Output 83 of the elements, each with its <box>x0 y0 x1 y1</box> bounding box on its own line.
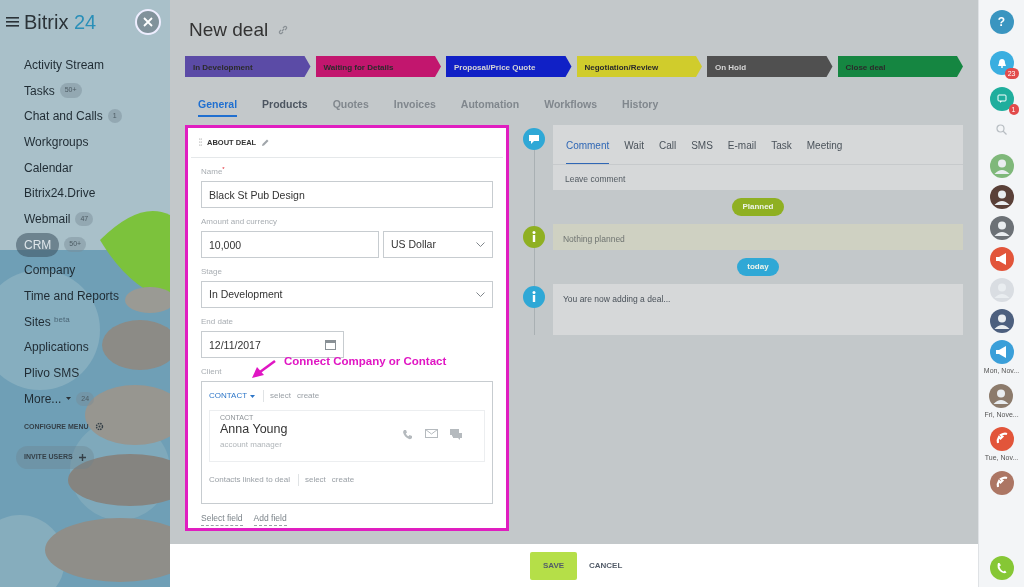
caret-icon <box>250 394 256 398</box>
tab[interactable]: E-mail <box>727 138 757 164</box>
settings-icon <box>94 422 104 432</box>
sidebar-item[interactable]: Sites $^{beta}$ <box>24 310 70 333</box>
sidebar-item[interactable]: Applications <box>24 336 89 359</box>
avatar[interactable] <box>989 185 1014 209</box>
comment-icon <box>522 128 545 150</box>
avatar[interactable] <box>989 309 1014 333</box>
mail-icon[interactable] <box>424 429 438 438</box>
chevron-down-icon <box>475 242 485 247</box>
currency-select[interactable]: US Dollar <box>383 231 493 258</box>
link-icon[interactable] <box>278 25 289 35</box>
field-label: Client <box>201 366 222 378</box>
sidebar-item[interactable]: Activity Stream <box>24 53 104 76</box>
sidebar-item[interactable]: Bitrix24.Drive <box>24 182 96 205</box>
sidebar-item[interactable]: Plivo SMS <box>24 362 80 385</box>
logo: Bitrix 24 <box>24 10 97 35</box>
sidebar-item[interactable]: Time and Reports <box>24 285 119 308</box>
sidebar-item[interactable]: Webmail <box>24 207 71 230</box>
amount-field[interactable]: 10,000 <box>201 231 379 258</box>
avatar[interactable] <box>989 383 1014 408</box>
sidebar-item[interactable]: Tasks <box>24 79 55 102</box>
timeline-badge: Planned <box>732 198 784 216</box>
stage-step[interactable]: On Hold <box>707 56 833 77</box>
field-label: End date <box>201 316 234 328</box>
caret-icon <box>66 397 72 401</box>
timeline-badge: today <box>737 258 779 276</box>
field-link[interactable]: Select field <box>201 512 243 526</box>
timeline-item: Nothing planned <box>552 224 963 250</box>
help-button[interactable]: ? <box>989 10 1014 34</box>
chat-button[interactable] <box>989 87 1014 111</box>
sidebar-item[interactable]: CRM <box>16 232 60 257</box>
menu-icon[interactable] <box>6 17 19 27</box>
stage-select[interactable]: In Development <box>201 281 493 308</box>
chat-icon[interactable] <box>449 429 462 440</box>
close-icon <box>143 17 153 27</box>
date-field[interactable]: 12/11/2017 <box>201 331 344 358</box>
phone-call-button[interactable] <box>989 556 1014 580</box>
sidebar-item[interactable]: Workgroups <box>24 130 89 153</box>
comment-field[interactable]: Leave comment <box>552 165 963 190</box>
tab[interactable]: General <box>198 97 238 117</box>
field-label: Amount and currency <box>201 216 278 228</box>
linked-label: Contacts linked to deal <box>209 474 299 486</box>
stage-step[interactable]: Close deal <box>837 56 963 77</box>
tab[interactable]: Products <box>262 97 308 117</box>
avatar[interactable] <box>989 216 1014 240</box>
phone-icon[interactable] <box>401 429 413 440</box>
tab[interactable]: Call <box>658 138 677 164</box>
pencil-icon[interactable] <box>261 138 270 147</box>
search-icon[interactable] <box>996 124 1007 135</box>
name-field[interactable]: Black St Pub Design <box>201 181 493 208</box>
contact-role: account manager <box>220 439 283 451</box>
field-label: Name$^{*}$ <box>201 166 225 178</box>
save-button[interactable]: SAVE <box>530 551 577 580</box>
page-title: New deal <box>189 17 269 42</box>
drag-handle-icon[interactable] <box>199 137 202 148</box>
stage-step[interactable]: Proposal/Price Quote <box>446 56 572 77</box>
timeline-item: You are now adding a deal... <box>552 284 963 335</box>
plus-icon <box>78 453 86 461</box>
megaphone-icon[interactable] <box>989 340 1014 364</box>
chevron-down-icon <box>475 292 485 297</box>
close-button[interactable] <box>135 9 161 35</box>
sidebar-item[interactable]: Company <box>24 259 76 282</box>
megaphone-icon[interactable] <box>989 247 1014 271</box>
chat-icon <box>996 94 1007 104</box>
contact-name: Anna Young <box>220 422 288 436</box>
notifications-button[interactable] <box>989 51 1014 75</box>
sidebar-item[interactable]: Chat and Calls <box>24 105 103 128</box>
tab[interactable]: Task <box>771 138 792 164</box>
tab[interactable]: Wait <box>624 138 644 164</box>
field-link[interactable]: Add field <box>253 512 287 526</box>
calendar-icon[interactable] <box>325 339 336 350</box>
cancel-button[interactable]: CANCEL <box>589 559 623 572</box>
bell-icon <box>996 58 1007 68</box>
tab[interactable]: SMS <box>691 138 713 164</box>
stage-step[interactable]: Negotiation/Review <box>576 56 702 77</box>
tab[interactable]: Comment <box>565 138 610 164</box>
sidebar-item[interactable]: More... <box>24 387 62 410</box>
annotation-arrow <box>251 360 277 380</box>
contact-type-dropdown[interactable]: CONTACT <box>209 390 265 402</box>
field-label: Stage <box>201 266 222 278</box>
sidebar-item[interactable]: Calendar <box>24 156 73 179</box>
tab[interactable]: Meeting <box>806 138 843 164</box>
